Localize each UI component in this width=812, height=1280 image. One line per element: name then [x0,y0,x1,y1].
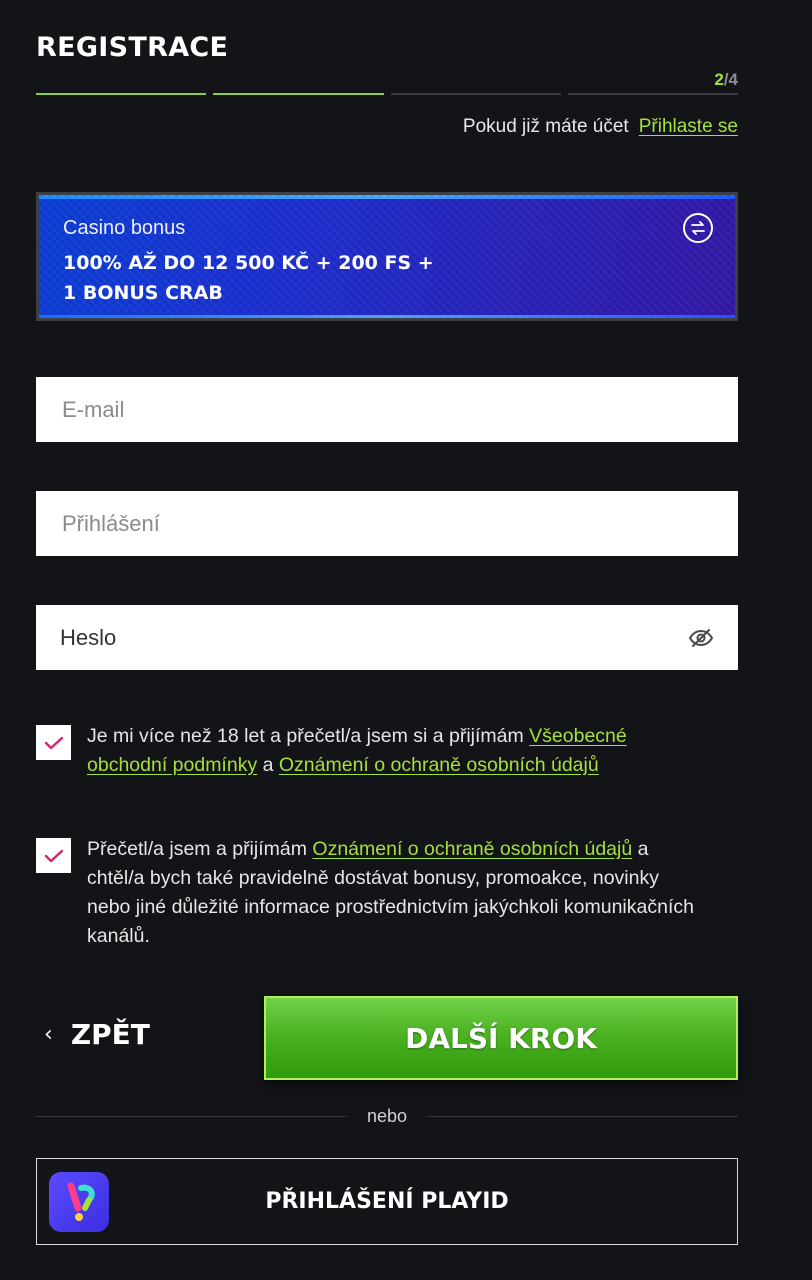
progress-segment [567,93,738,95]
back-button[interactable]: ‹ ZPĚT [44,1018,150,1051]
password-field[interactable]: Heslo [36,605,738,670]
progress-segment [36,93,207,95]
consent-marketing: Přečetl/a jsem a přijímám Oznámení o och… [36,835,738,951]
back-label: ZPĚT [70,1018,150,1051]
registration-page: REGISTRACE 2/4 Pokud již máte účet Přihl… [36,0,739,1280]
checkmark-icon [44,849,63,862]
login-link[interactable]: Přihlaste se [639,116,738,138]
or-divider: nebo [36,1106,739,1127]
chevron-left-icon: ‹ [44,1022,53,1047]
step-counter: 2/4 [714,70,738,90]
bonus-card[interactable]: Casino bonus 100% AŽ DO 12 500 KČ + 200 … [36,192,738,321]
login-field-wrapper [36,491,738,556]
progress-segment [390,93,561,95]
playid-logo-icon [49,1172,109,1232]
terms-text: Je mi více než 18 let a přečetl/a jsem s… [87,722,707,780]
password-value: Heslo [60,624,117,650]
step-current: 2 [714,70,724,89]
divider-text: nebo [366,1106,408,1126]
bonus-label: Casino bonus [63,217,186,239]
bonus-offer-line: 100% AŽ DO 12 500 KČ + 200 FS + [63,252,434,274]
terms-text-before: Je mi více než 18 let a přečetl/a jsem s… [87,725,530,747]
page-title: REGISTRACE [36,32,229,63]
email-field[interactable] [60,395,664,424]
swap-arrows-icon[interactable] [683,213,713,243]
bonus-offer-line: 1 BONUS CRAB [63,282,223,304]
login-prompt: Pokud již máte účet Přihlaste se [463,116,738,138]
progress-segment [213,93,384,95]
playid-login-button[interactable]: PŘIHLÁŠENÍ PLAYID [36,1158,738,1245]
marketing-checkbox[interactable] [36,838,71,873]
privacy-link[interactable]: Oznámení o ochraně osobních údajů [312,838,632,860]
divider-line [427,1116,739,1117]
login-field[interactable] [60,509,664,538]
divider-line [36,1116,347,1117]
step-progress-bar [36,93,738,95]
checkmark-icon [44,736,63,749]
terms-text-mid: a [257,754,279,776]
playid-label: PŘIHLÁŠENÍ PLAYID [265,1189,509,1214]
next-step-button[interactable]: DALŠÍ KROK [264,996,738,1080]
terms-checkbox[interactable] [36,725,71,760]
marketing-text-before: Přečetl/a jsem a přijímám [87,838,313,860]
privacy-link[interactable]: Oznámení o ochraně osobních údajů [279,754,599,776]
email-field-wrapper [36,377,738,442]
step-total: 4 [728,70,738,89]
bonus-offer: 100% AŽ DO 12 500 KČ + 200 FS + 1 BONUS … [63,248,483,308]
eye-hidden-icon[interactable] [688,627,714,649]
consent-terms: Je mi více než 18 let a přečetl/a jsem s… [36,722,738,780]
login-question: Pokud již máte účet [462,116,629,137]
marketing-text: Přečetl/a jsem a přijímám Oznámení o och… [87,835,707,951]
